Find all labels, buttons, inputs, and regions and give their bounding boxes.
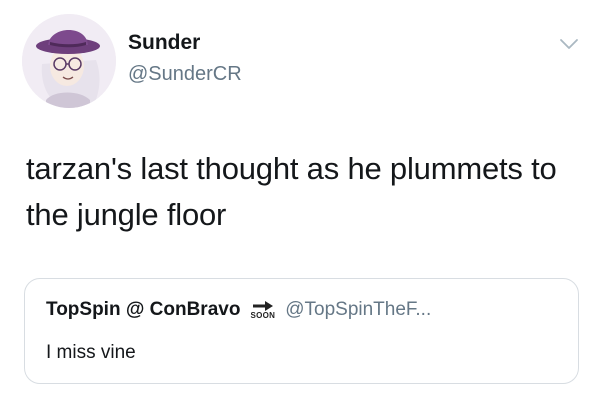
author-display-name[interactable]: Sunder [128,31,200,55]
chevron-down-icon [560,39,578,49]
tweet-text: tarzan's last thought as he plummets to … [26,151,557,232]
quoted-tweet[interactable]: TopSpin @ ConBravo SOON @TopSpinTheF... … [24,278,579,384]
avatar[interactable] [22,14,116,108]
soon-emoji-label: SOON [250,310,276,320]
quoted-tweet-display-name: TopSpin @ ConBravo [46,299,241,320]
quoted-tweet-header: TopSpin @ ConBravo SOON @TopSpinTheF... [46,299,431,321]
quoted-tweet-text: I miss vine [46,342,136,363]
quoted-tweet-handle: @TopSpinTheF... [285,299,432,320]
tweet-menu-button[interactable] [558,36,580,52]
author-handle[interactable]: @SunderCR [128,63,242,86]
soon-arrow-icon [252,300,273,311]
soon-emoji: SOON [250,300,276,320]
tweet-card: Sunder @SunderCR tarzan's last thought a… [0,0,600,410]
avatar-illustration-icon [22,14,116,108]
